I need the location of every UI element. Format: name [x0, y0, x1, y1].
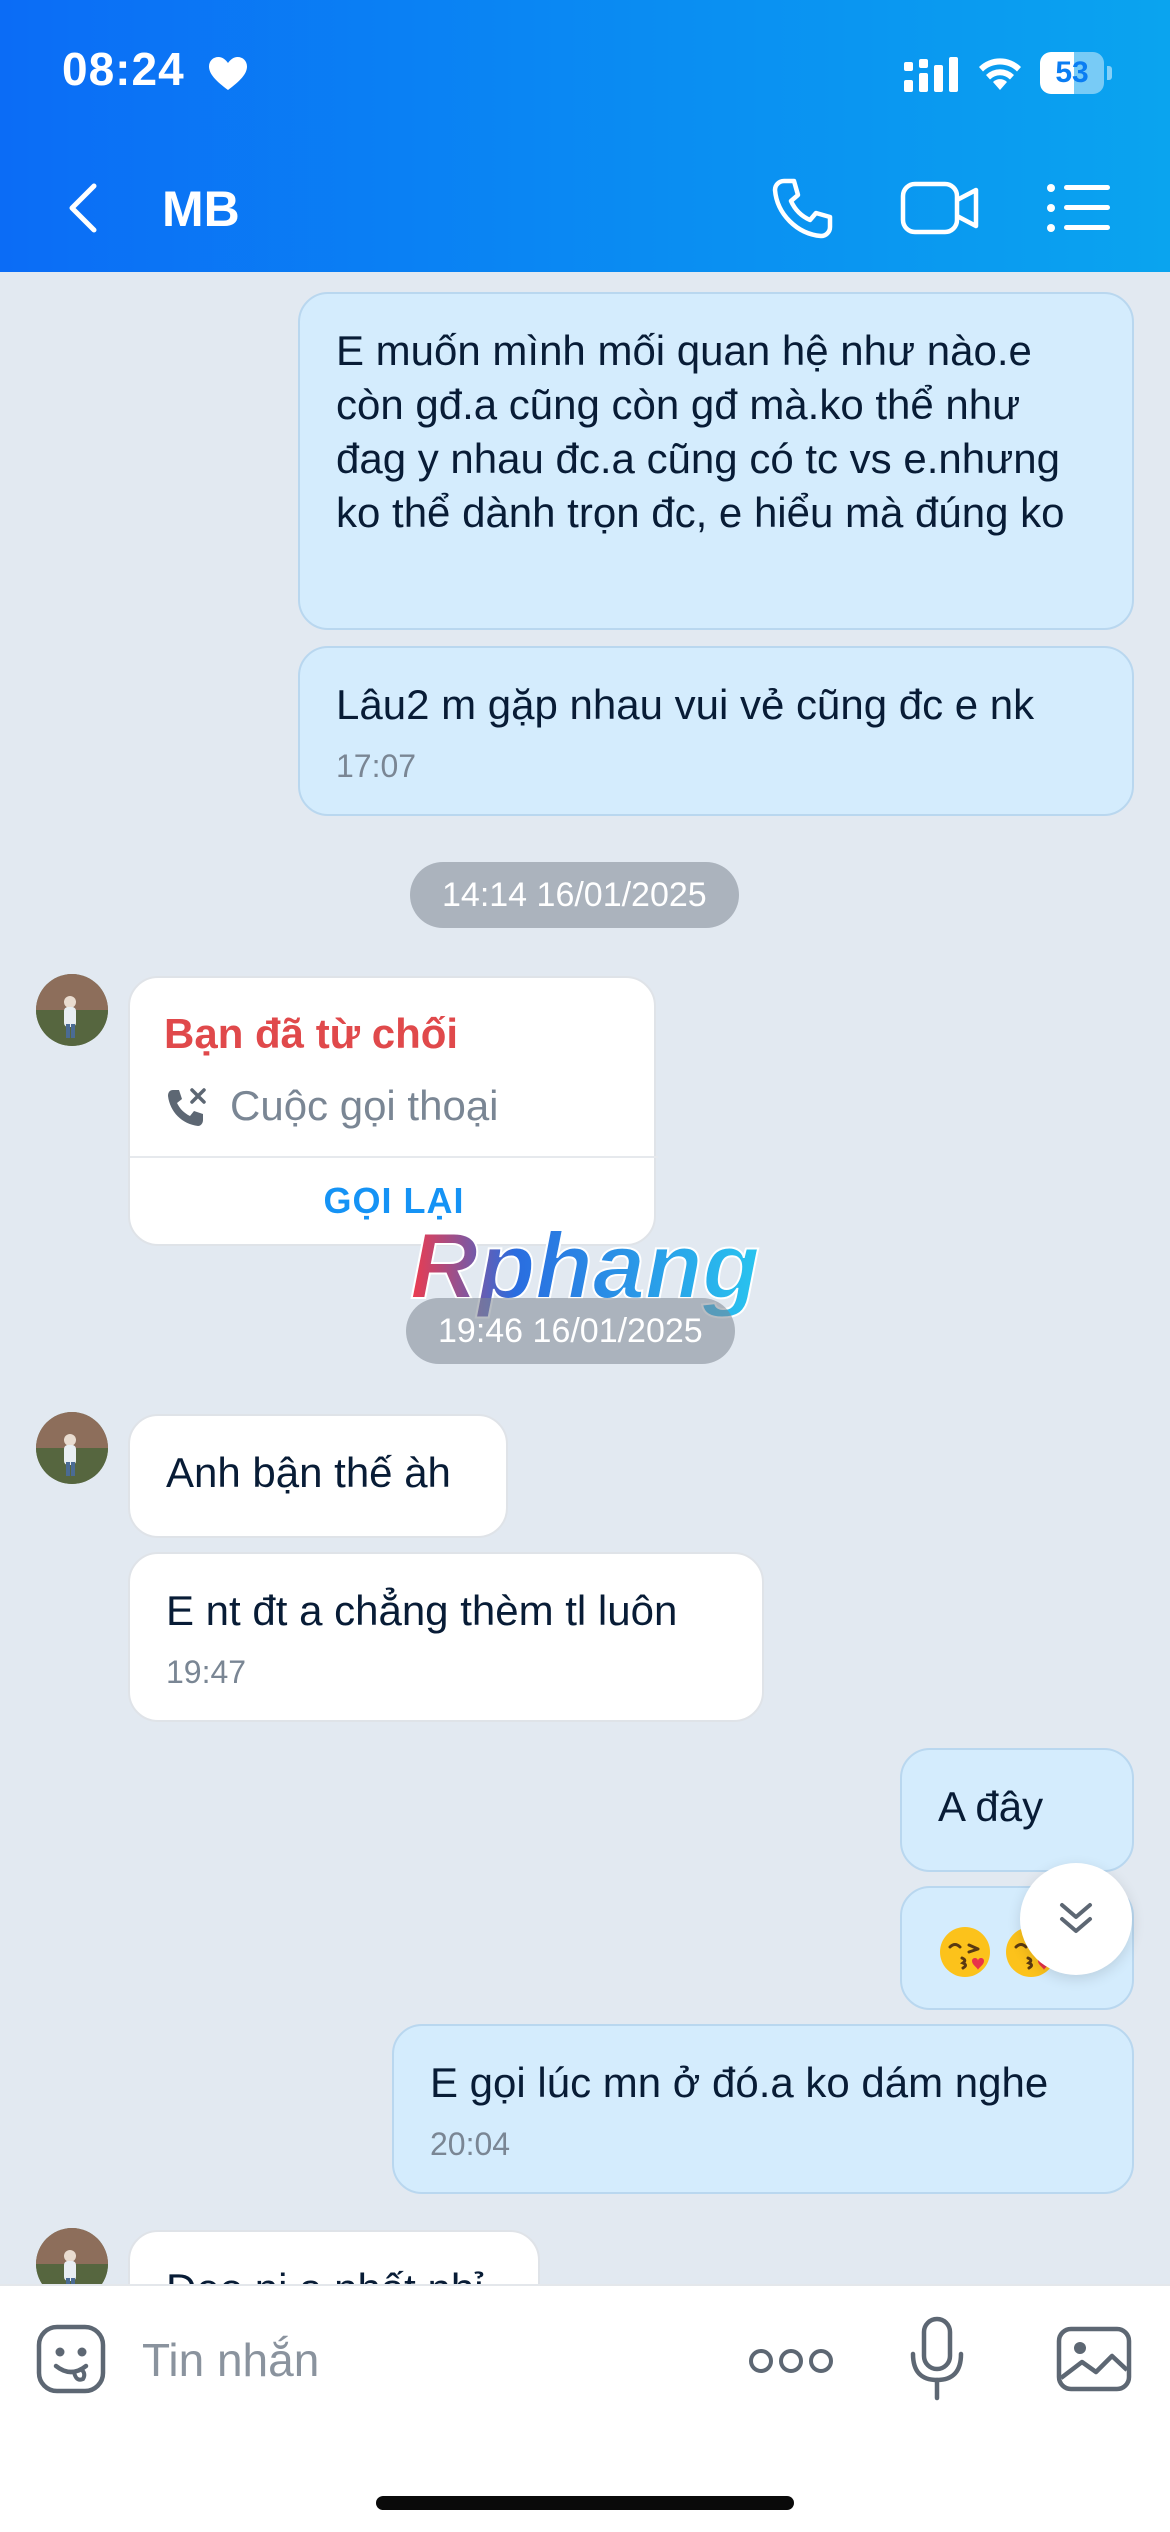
- mic-icon[interactable]: [908, 2316, 966, 2402]
- back-icon[interactable]: [60, 180, 108, 236]
- call-card: Bạn đã từ chối Cuộc gọi thoại GỌI LẠI: [128, 976, 658, 1246]
- contact-name[interactable]: MB: [162, 180, 240, 238]
- signal-icon: [904, 57, 958, 92]
- message-text: Anh bận thế àh: [166, 1449, 451, 1496]
- avatar[interactable]: [36, 2228, 108, 2284]
- more-icon[interactable]: [748, 2346, 834, 2376]
- status-time: 08:24: [62, 43, 185, 95]
- image-icon[interactable]: [1056, 2326, 1132, 2392]
- battery-percent: 53: [1055, 56, 1089, 89]
- chevron-double-down-icon: [1060, 1903, 1092, 1933]
- message-text: A đây: [938, 1783, 1044, 1830]
- message-text: Lâu2 m gặp nhau vui vẻ cũng đc e nk: [336, 681, 1035, 728]
- message-text: E gọi lúc mn ở đó.a ko dám nghe: [430, 2059, 1049, 2106]
- call-declined-title: Bạn đã từ chối: [164, 1010, 459, 1057]
- date-separator: 14:14 16/01/2025: [410, 862, 739, 928]
- message-bubble-outgoing[interactable]: E muốn mình mối quan hệ như nào.e còn gđ…: [298, 292, 1134, 630]
- heart-icon: [209, 57, 247, 90]
- message-time: 17:07: [336, 748, 417, 784]
- message-text: Đeo ni a nhất nhỉ: [166, 2265, 484, 2284]
- video-icon[interactable]: [900, 178, 980, 238]
- message-bubble-incoming[interactable]: Đeo ni a nhất nhỉ: [128, 2230, 540, 2284]
- message-bubble-incoming[interactable]: Anh bận thế àh: [128, 1414, 508, 1538]
- message-bubble-outgoing[interactable]: E gọi lúc mn ở đó.a ko dám nghe 20:04: [392, 2024, 1134, 2194]
- input-bar: [0, 2284, 1170, 2532]
- header: 08:24 53 MB: [0, 0, 1170, 272]
- message-bubble-outgoing[interactable]: A đây: [900, 1748, 1134, 1872]
- message-input[interactable]: [142, 2320, 702, 2400]
- wifi-icon: [979, 58, 1021, 90]
- message-time: 19:47: [166, 1654, 247, 1690]
- declined-call-icon: [168, 1088, 206, 1126]
- avatar[interactable]: [36, 1412, 108, 1484]
- message-time: 20:04: [430, 2126, 511, 2162]
- message-text: E nt đt a chẳng thèm tl luôn: [166, 1587, 678, 1634]
- scroll-to-bottom-button[interactable]: [1020, 1863, 1132, 1975]
- battery-indicator: 53: [1040, 52, 1112, 94]
- home-indicator: [376, 2496, 794, 2510]
- call-type-label: Cuộc gọi thoại: [230, 1082, 499, 1129]
- list-icon[interactable]: [1046, 182, 1112, 234]
- message-bubble-incoming[interactable]: E nt đt a chẳng thèm tl luôn 19:47: [128, 1552, 764, 1722]
- sticker-icon[interactable]: [36, 2324, 106, 2394]
- date-separator: 19:46 16/01/2025: [406, 1298, 735, 1364]
- avatar[interactable]: [36, 974, 108, 1046]
- phone-icon[interactable]: [770, 176, 834, 240]
- message-bubble-outgoing[interactable]: Lâu2 m gặp nhau vui vẻ cũng đc e nk 17:0…: [298, 646, 1134, 816]
- chat-area[interactable]: E muốn mình mối quan hệ như nào.e còn gđ…: [0, 272, 1170, 2284]
- kiss-emoji-icon: [940, 1926, 990, 1977]
- message-text: E muốn mình mối quan hệ như nào.e còn gđ…: [336, 327, 1065, 536]
